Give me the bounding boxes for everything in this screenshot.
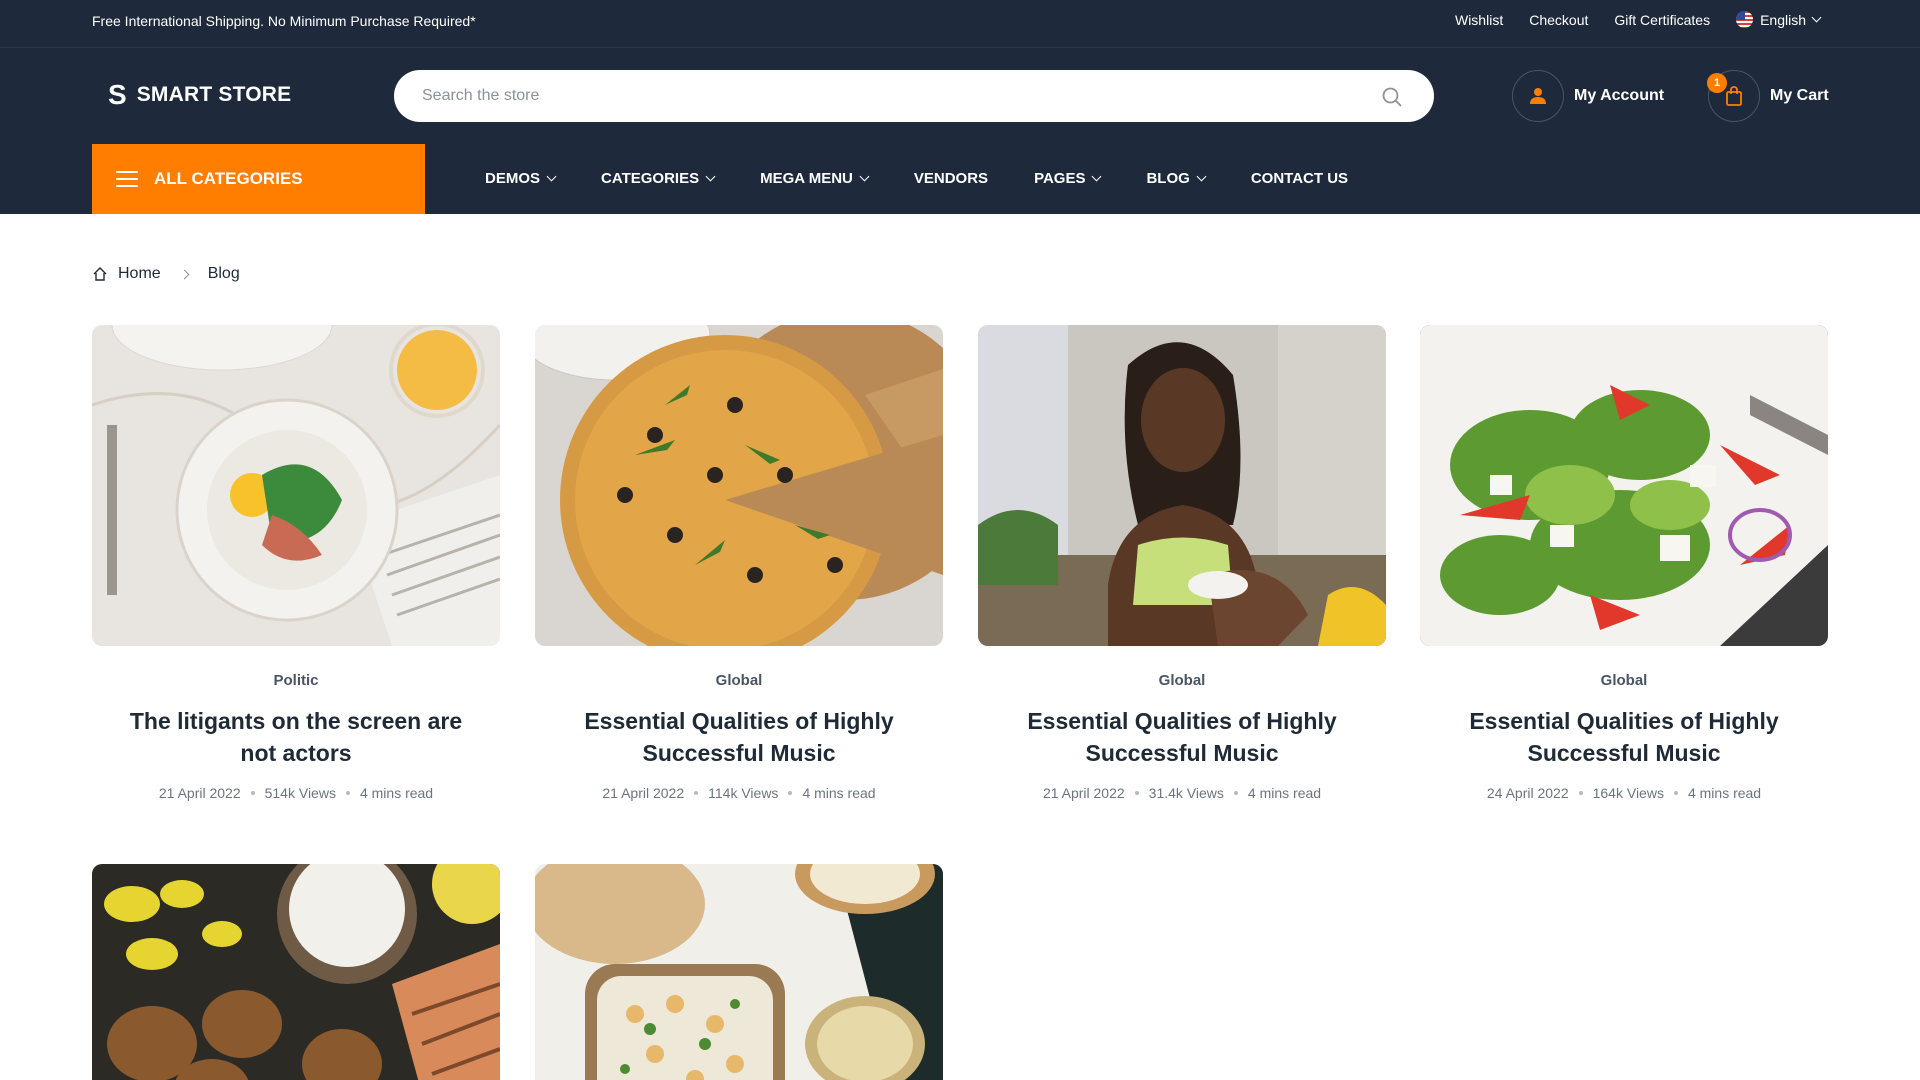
post-read-time: 4 mins read bbox=[359, 785, 434, 801]
breadcrumb-current: Blog bbox=[207, 265, 240, 282]
store-logo[interactable]: S SMART STORE bbox=[108, 81, 291, 109]
nav-item-mega-menu[interactable]: MEGA MENU bbox=[760, 170, 870, 187]
meta-separator bbox=[788, 791, 793, 795]
post-category[interactable]: Politic bbox=[92, 672, 500, 689]
post-read-time: 4 mins read bbox=[802, 785, 876, 801]
all-categories-button[interactable]: ALL CATEGORIES bbox=[92, 144, 425, 214]
my-cart-button[interactable]: 1 My Cart bbox=[1707, 70, 1829, 122]
post-meta: 24 April 2022 164k Views 4 mins read bbox=[1420, 785, 1828, 801]
main-nav: ALL CATEGORIES DEMOS CATEGORIES MEGA MEN… bbox=[0, 143, 1920, 214]
post-category[interactable]: Global bbox=[978, 672, 1386, 689]
chevron-down-icon bbox=[1811, 12, 1822, 23]
nav-item-blog[interactable]: BLOG bbox=[1146, 170, 1207, 187]
post-category[interactable]: Global bbox=[535, 672, 943, 689]
nav-item-label: VENDORS bbox=[913, 170, 989, 187]
blog-card[interactable]: Global Essential Qualities of Highly Suc… bbox=[978, 325, 1386, 801]
nav-item-categories[interactable]: CATEGORIES bbox=[601, 170, 716, 187]
home-icon bbox=[93, 267, 107, 281]
post-date: 21 April 2022 bbox=[1042, 785, 1125, 801]
nav-menu: DEMOS CATEGORIES MEGA MENU VENDORS PAGES… bbox=[485, 143, 1348, 214]
nav-item-demos[interactable]: DEMOS bbox=[485, 170, 557, 187]
top-bar: Free International Shipping. No Minimum … bbox=[0, 0, 1920, 48]
post-date: 24 April 2022 bbox=[1486, 785, 1569, 801]
all-categories-label: ALL CATEGORIES bbox=[154, 169, 303, 188]
post-category[interactable]: Global bbox=[1420, 672, 1828, 689]
meta-separator bbox=[694, 791, 699, 795]
site-header: S SMART STORE My Account 1 My Cart bbox=[0, 48, 1920, 143]
top-links: Wishlist Checkout Gift Certificates Engl… bbox=[1455, 11, 1822, 28]
shopping-bag-icon bbox=[1726, 86, 1742, 106]
account-icon-circle bbox=[1512, 70, 1564, 122]
post-views: 164k Views bbox=[1592, 785, 1664, 801]
logo-text: SMART STORE bbox=[136, 83, 292, 106]
post-views: 114k Views bbox=[708, 785, 779, 801]
blog-card[interactable]: Global Essential Qualities of Highly Suc… bbox=[1420, 325, 1828, 801]
nav-item-label: PAGES bbox=[1034, 170, 1086, 187]
wishlist-link[interactable]: Wishlist bbox=[1455, 12, 1503, 28]
blog-card[interactable] bbox=[92, 864, 500, 1080]
blog-card[interactable]: Global Essential Qualities of Highly Suc… bbox=[535, 325, 943, 801]
meta-separator bbox=[1134, 791, 1139, 795]
post-read-time: 4 mins read bbox=[1247, 785, 1322, 801]
nav-item-label: BLOG bbox=[1146, 170, 1190, 187]
cart-icon-circle: 1 bbox=[1707, 70, 1760, 122]
gift-certificates-link[interactable]: Gift Certificates bbox=[1614, 12, 1710, 28]
chevron-down-icon bbox=[859, 171, 870, 182]
post-meta: 21 April 2022 514k Views 4 mins read bbox=[92, 785, 500, 801]
promo-text: Free International Shipping. No Minimum … bbox=[92, 13, 476, 29]
breadcrumb: Home Blog bbox=[92, 265, 240, 283]
nav-item-pages[interactable]: PAGES bbox=[1034, 170, 1102, 187]
user-icon bbox=[1530, 88, 1546, 104]
nav-item-contact-us[interactable]: CONTACT US bbox=[1251, 170, 1348, 187]
search-bar bbox=[394, 70, 1434, 122]
nav-item-vendors[interactable]: VENDORS bbox=[914, 170, 988, 187]
chevron-right-icon bbox=[179, 269, 190, 279]
nav-item-label: DEMOS bbox=[485, 170, 541, 187]
chevron-down-icon bbox=[705, 171, 716, 182]
search-icon[interactable] bbox=[1380, 85, 1404, 109]
post-title[interactable]: Essential Qualities of Highly Successful… bbox=[535, 705, 943, 769]
my-account-label: My Account bbox=[1574, 87, 1665, 104]
nav-item-label: CATEGORIES bbox=[601, 170, 700, 187]
nav-item-label: MEGA MENU bbox=[760, 170, 853, 187]
post-meta: 21 April 2022 31.4k Views 4 mins read bbox=[978, 785, 1386, 801]
my-cart-label: My Cart bbox=[1770, 87, 1829, 104]
checkout-link[interactable]: Checkout bbox=[1529, 12, 1588, 28]
blog-card[interactable]: Politic The litigants on the screen are … bbox=[92, 325, 500, 801]
language-selector[interactable]: English bbox=[1736, 11, 1822, 28]
blog-card[interactable] bbox=[535, 864, 943, 1080]
post-image-potatoes-dip[interactable] bbox=[92, 864, 500, 1080]
post-title[interactable]: The litigants on the screen are not acto… bbox=[92, 705, 500, 769]
post-title[interactable]: Essential Qualities of Highly Successful… bbox=[978, 705, 1386, 769]
meta-separator bbox=[1578, 791, 1583, 795]
post-date: 21 April 2022 bbox=[158, 785, 241, 801]
post-date: 21 April 2022 bbox=[602, 785, 685, 801]
post-meta: 21 April 2022 114k Views 4 mins read bbox=[535, 785, 943, 801]
us-flag-icon bbox=[1736, 11, 1754, 28]
chevron-down-icon bbox=[1092, 171, 1102, 182]
post-read-time: 4 mins read bbox=[1687, 785, 1762, 801]
post-image-breakfast-plate[interactable] bbox=[92, 325, 500, 646]
post-image-chickpea-salad[interactable] bbox=[535, 864, 943, 1080]
post-image-pizza[interactable] bbox=[535, 325, 943, 646]
search-input[interactable] bbox=[422, 70, 1362, 122]
my-account-button[interactable]: My Account bbox=[1512, 70, 1664, 122]
post-views: 31.4k Views bbox=[1148, 785, 1224, 801]
meta-separator bbox=[345, 791, 350, 795]
chevron-down-icon bbox=[1196, 171, 1207, 182]
language-label: English bbox=[1760, 11, 1806, 28]
logo-mark: S bbox=[108, 79, 127, 110]
meta-separator bbox=[1673, 791, 1678, 795]
chevron-down-icon bbox=[546, 171, 557, 182]
cart-count-badge: 1 bbox=[1707, 73, 1727, 93]
meta-separator bbox=[1233, 791, 1238, 795]
nav-item-label: CONTACT US bbox=[1250, 170, 1349, 187]
post-image-salad[interactable] bbox=[1420, 325, 1828, 646]
menu-icon bbox=[116, 171, 138, 187]
meta-separator bbox=[250, 791, 255, 795]
post-views: 514k Views bbox=[264, 785, 336, 801]
post-title[interactable]: Essential Qualities of Highly Successful… bbox=[1420, 705, 1828, 769]
breadcrumb-home-link[interactable]: Home bbox=[118, 265, 161, 283]
post-image-woman-eating[interactable] bbox=[978, 325, 1386, 646]
